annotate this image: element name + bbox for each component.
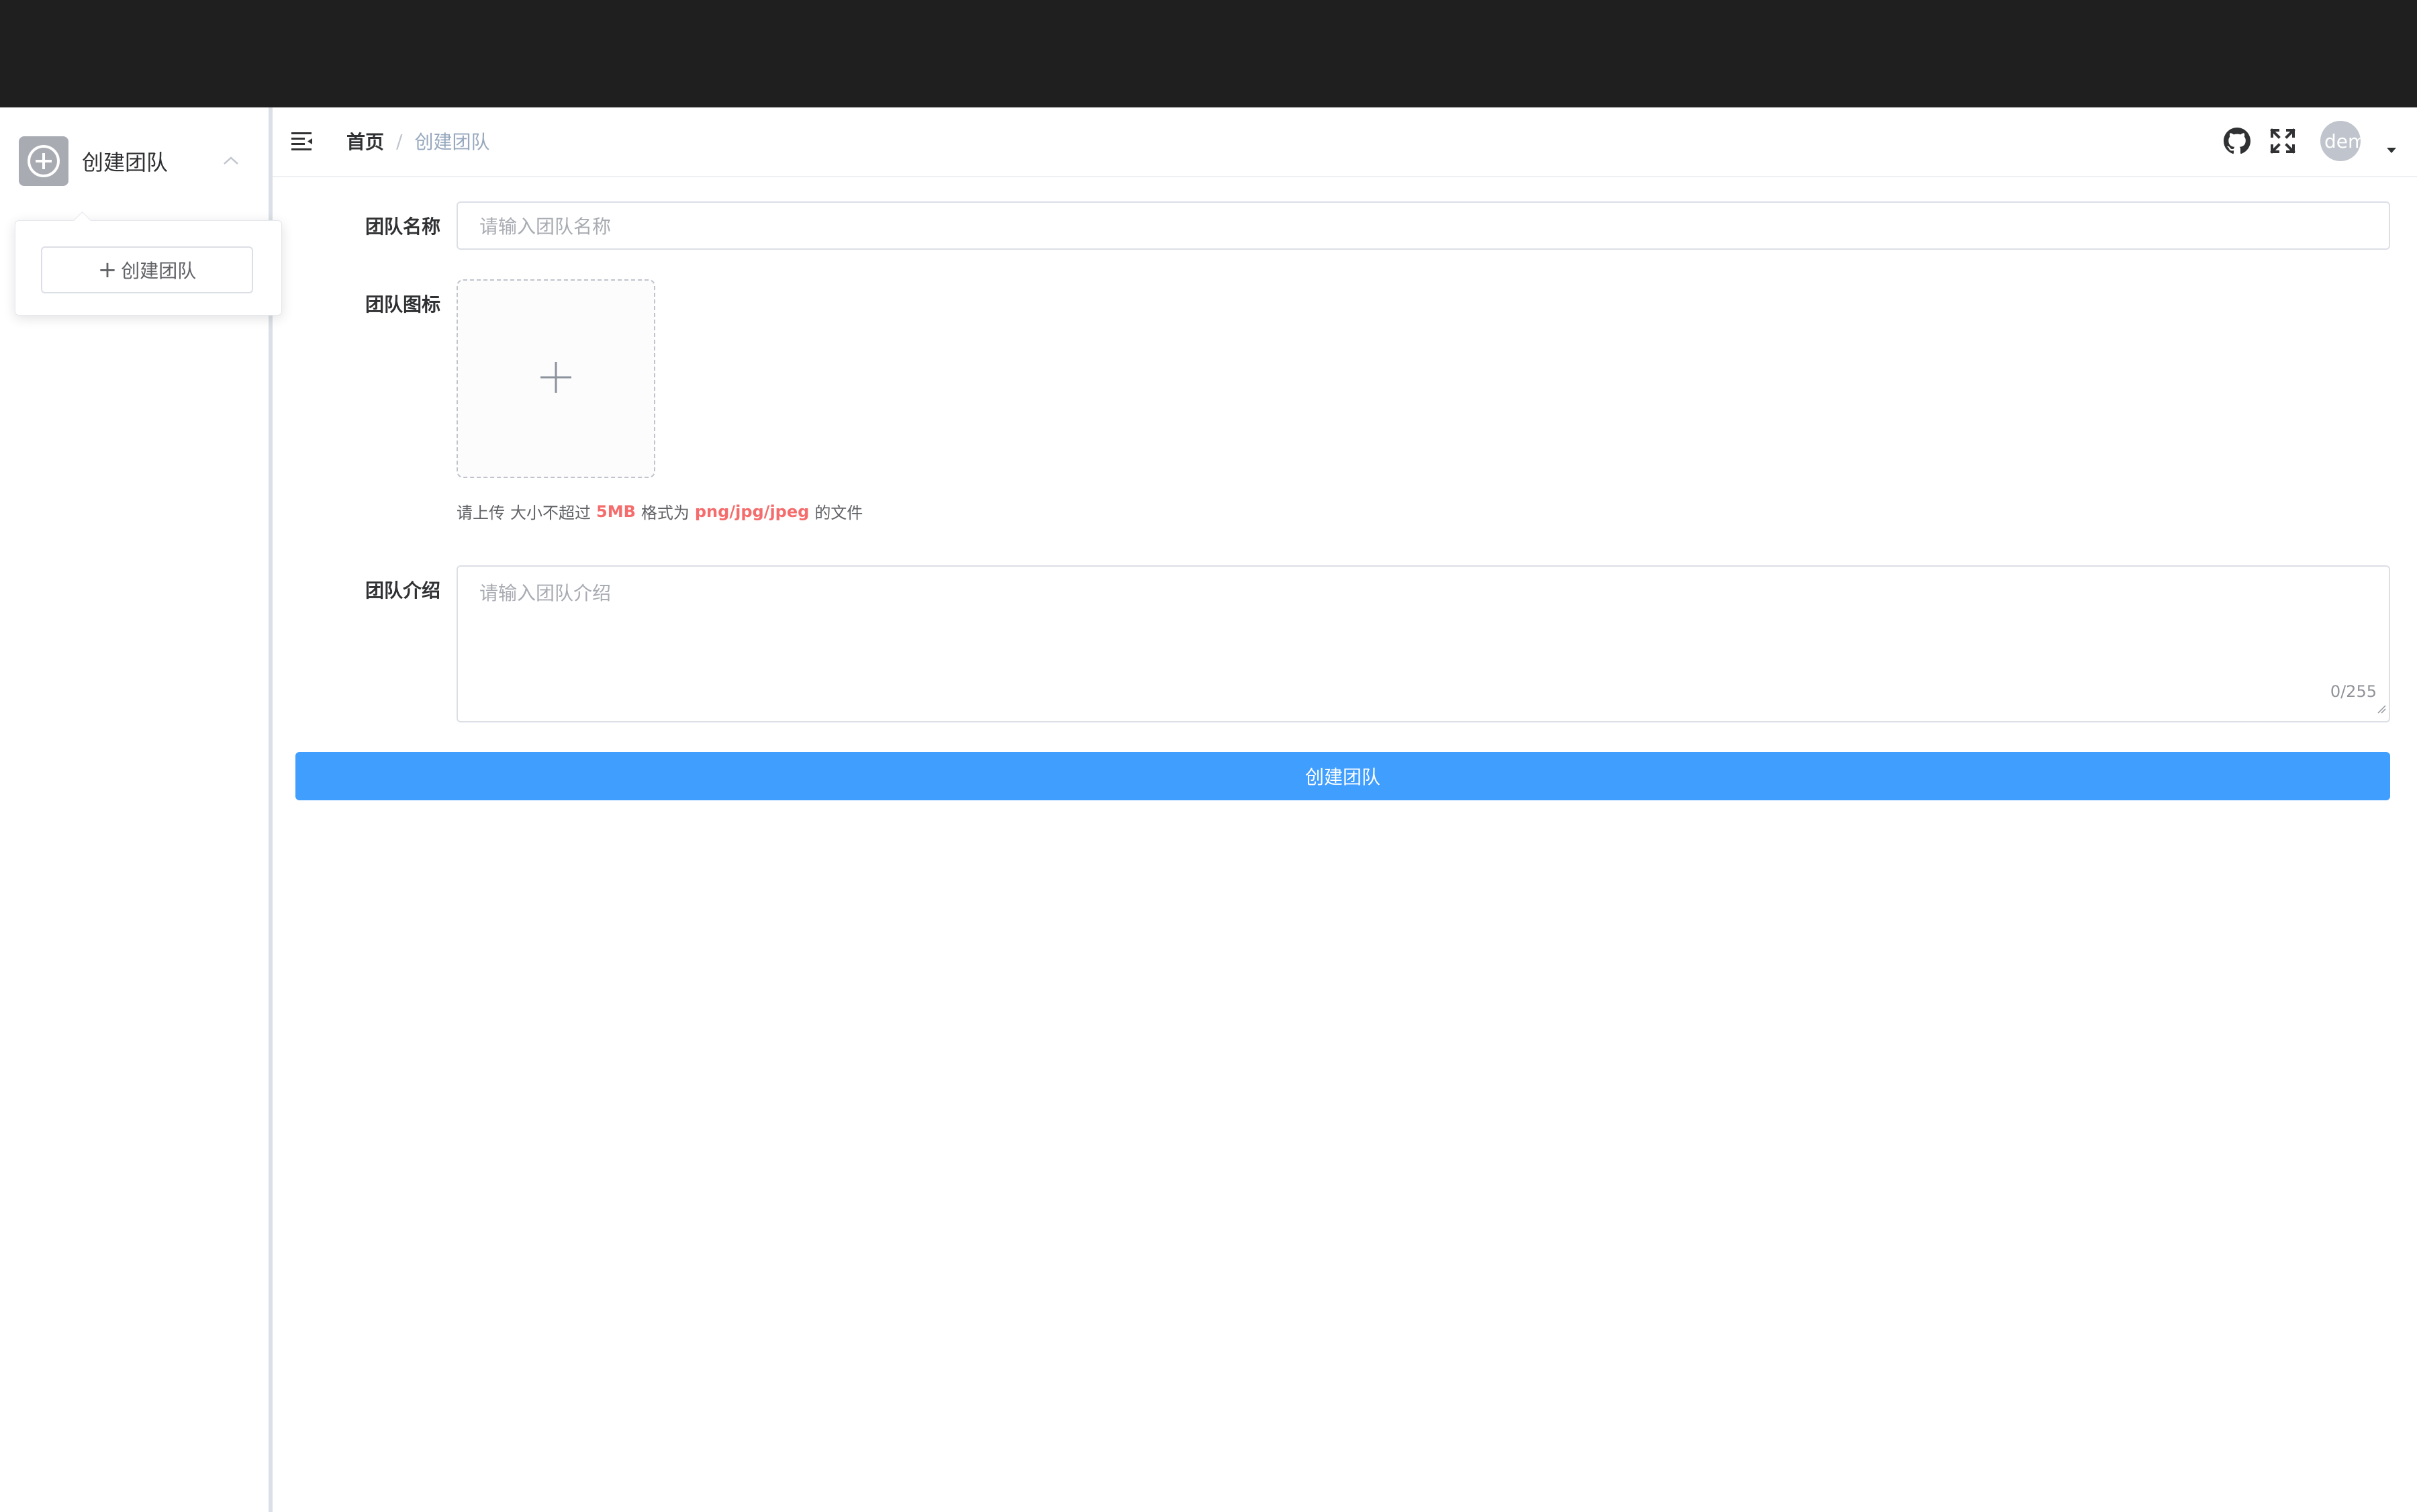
breadcrumb-home[interactable]: 首页 [346,128,384,154]
team-name-label: 团队名称 [365,216,440,238]
submit-label: 创建团队 [1305,766,1380,788]
team-icon-label: 团队图标 [365,293,440,316]
chevron-up-icon[interactable] [223,155,239,168]
team-name-placeholder: 请输入团队名称 [479,216,612,238]
sidebar [0,107,269,1512]
upload-tip-prefix: 请上传 [457,504,505,522]
plus-circle-icon [19,136,68,186]
char-counter: 0/255 [2330,682,2377,701]
resize-handle-icon[interactable] [2377,696,2386,718]
breadcrumb: 首页 / 创建团队 [346,126,489,156]
team-icon-upload[interactable] [457,279,655,478]
avatar[interactable]: demo [2320,121,2361,161]
plus-icon [539,361,573,397]
plus-icon: + [97,256,117,283]
upload-tip-format-value: png/jpg/jpeg [694,502,810,521]
avatar-text: demo [2324,130,2361,152]
breadcrumb-separator: / [396,130,403,152]
team-name: 创建团队 [82,150,169,175]
breadcrumb-current: 创建团队 [414,131,490,153]
upload-tip-size-value: 5MB [596,502,636,521]
team-dropdown: + 创建团队 [15,211,282,316]
sidebar-divider [269,107,273,1512]
create-team-dropdown-button[interactable]: + 创建团队 [41,246,253,293]
upload-tip: 请上传 大小不超过 5MB 格式为 png/jpg/jpeg 的文件 [457,500,863,523]
upload-tip-suffix: 的文件 [814,504,863,522]
github-icon[interactable] [2224,128,2250,157]
create-team-submit-button[interactable]: 创建团队 [295,752,2390,800]
team-intro-placeholder: 请输入团队介绍 [479,582,612,604]
caret-down-icon[interactable] [2386,144,2397,156]
team-switcher[interactable]: 创建团队 [19,134,254,188]
team-name-input[interactable]: 请输入团队名称 [457,201,2390,250]
top-bar [0,0,2417,107]
upload-tip-size-text: 大小不超过 [510,504,591,522]
fold-menu-icon[interactable] [290,130,314,154]
upload-tip-format-text: 格式为 [641,504,690,522]
header: 首页 / 创建团队 demo [273,107,2417,177]
create-team-dropdown-label: 创建团队 [121,260,197,282]
team-intro-textarea[interactable]: 请输入团队介绍 0/255 [457,565,2390,722]
team-intro-label: 团队介绍 [365,579,440,602]
fullscreen-icon[interactable] [2269,128,2296,157]
